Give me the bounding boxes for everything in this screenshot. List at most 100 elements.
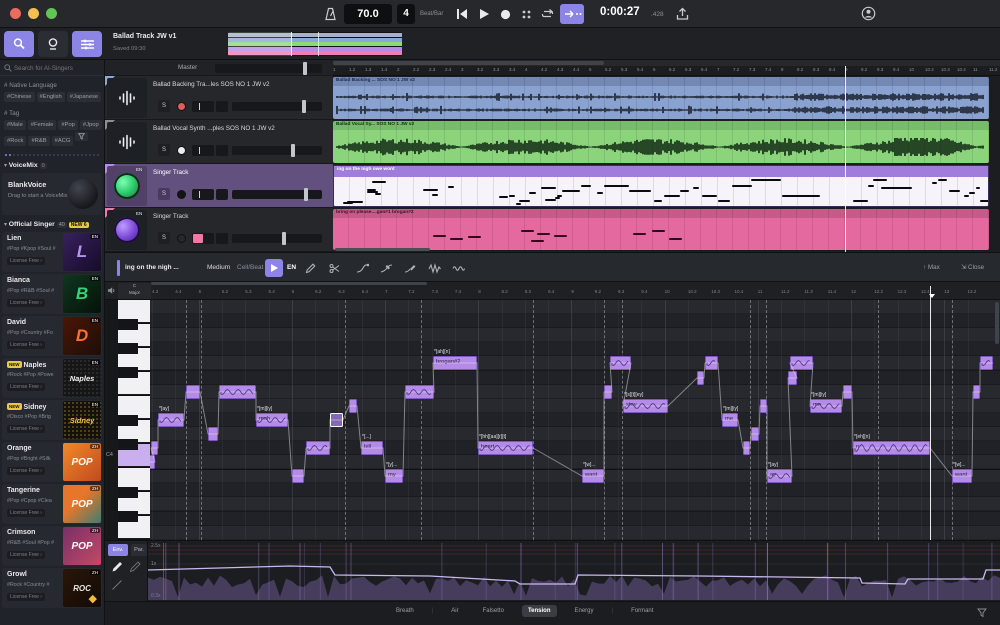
volume-slider[interactable] — [232, 190, 322, 199]
midi-note[interactable] — [980, 356, 993, 370]
loop-icon[interactable] — [541, 8, 554, 20]
language-tag[interactable]: #English — [37, 92, 65, 102]
singer-card[interactable]: NEWNaples#Rock #Pop #PoweLicense Free ›N… — [2, 358, 102, 398]
volume-handle[interactable] — [302, 100, 306, 113]
midi-note[interactable] — [330, 413, 343, 427]
singer-card[interactable]: Orange#Pop #Bright #SilkLicense Free ›PO… — [2, 442, 102, 482]
pan-control[interactable] — [192, 145, 214, 156]
param-tab-air[interactable]: Air — [445, 605, 464, 617]
beats-per-bar-display[interactable]: 4 — [397, 4, 415, 24]
singer-clip-harmony[interactable]: bring on please....gan#1 brogan#2 — [333, 209, 989, 250]
scrollbar-handle[interactable] — [333, 61, 604, 65]
singer-avatar[interactable] — [107, 166, 147, 206]
midi-note[interactable] — [292, 469, 304, 483]
project-overview-navigator[interactable] — [228, 32, 402, 56]
midi-note[interactable] — [610, 356, 631, 370]
volume-handle[interactable] — [304, 188, 308, 201]
midi-note[interactable] — [604, 385, 612, 399]
parameters-tab[interactable]: Par. — [131, 544, 147, 556]
style-tag[interactable]: #Jpop — [80, 120, 102, 130]
record-arm-button[interactable] — [177, 102, 186, 111]
midi-note[interactable] — [219, 385, 256, 399]
record-arm-button[interactable] — [177, 190, 186, 199]
play-button[interactable] — [478, 8, 490, 20]
midi-note[interactable]: *[y]...my — [385, 469, 403, 483]
solo-button[interactable]: S — [158, 100, 170, 112]
close-window-button[interactable] — [10, 8, 21, 19]
midi-note[interactable]: *[ay] — [158, 413, 184, 427]
singer-avatar[interactable] — [107, 210, 147, 250]
singer-card[interactable]: Lien#Pop #Kpop #Soul #License Free ›LEN — [2, 232, 102, 272]
pan-fine-control[interactable] — [216, 101, 228, 112]
wave-tool[interactable] — [425, 259, 443, 277]
midi-note[interactable] — [788, 371, 797, 385]
midi-note[interactable] — [208, 427, 218, 441]
maximize-window-button[interactable] — [46, 8, 57, 19]
envelope-tab[interactable]: Env. — [108, 544, 128, 556]
singer-card[interactable]: Bianca#Pop #R&B #Soul #License Free ›BEN — [2, 274, 102, 314]
audio-clip-vocal-synth[interactable]: Ballad Vocal Sy... SOS NO 1 JW v2 — [333, 121, 989, 163]
language-tag[interactable]: #Chinese — [4, 92, 35, 102]
midi-note[interactable] — [790, 356, 813, 370]
midi-note[interactable]: *[ah][n]brogan#2 — [433, 356, 477, 370]
pitch-draw-tool[interactable] — [401, 259, 419, 277]
record-mode-button[interactable] — [38, 31, 68, 57]
mute-preview-speaker-icon[interactable] — [107, 286, 116, 295]
vibrato-tool[interactable] — [449, 259, 467, 277]
editor-vscrollbar[interactable] — [995, 302, 999, 344]
account-avatar-icon[interactable] — [861, 6, 876, 21]
record-arm-button[interactable] — [177, 146, 186, 155]
param-tab-tension[interactable]: Tension — [522, 605, 557, 617]
maximize-editor-button[interactable]: ↑ Max — [923, 264, 940, 271]
midi-note[interactable] — [306, 441, 330, 455]
singer-clip-selected[interactable]: ing on the nigh owe wont — [333, 165, 989, 207]
midi-note[interactable] — [751, 427, 759, 441]
volume-handle[interactable] — [291, 144, 295, 157]
mixer-panel-button[interactable] — [72, 31, 102, 57]
style-tag[interactable]: #Rock — [4, 136, 26, 146]
midi-note[interactable]: *[m][iy]me — [810, 399, 842, 413]
midi-note[interactable]: *[s][t][ey]stay — [623, 399, 668, 413]
black-key[interactable] — [118, 367, 138, 378]
official-singer-section-header[interactable]: ▾ Official Singer 40 NEW 6 — [4, 221, 89, 228]
track-row[interactable]: ENSinger TrackS — [105, 208, 333, 252]
export-icon[interactable] — [676, 7, 689, 21]
playhead-editor[interactable] — [930, 286, 931, 540]
voicemix-section-header[interactable]: ▾ VoiceMix 0 — [4, 162, 47, 169]
midi-note[interactable] — [743, 441, 750, 455]
scissors-tool[interactable] — [325, 259, 343, 277]
black-key[interactable] — [118, 487, 138, 498]
solo-button[interactable]: S — [158, 144, 170, 156]
track-row[interactable]: ENSinger TrackS — [105, 164, 333, 208]
blankvoice-card[interactable]: BlankVoice Drag to start a VoiceMix — [2, 173, 102, 215]
pan-control[interactable] — [192, 189, 214, 200]
style-tag[interactable]: #Pop — [58, 120, 78, 130]
pan-control[interactable] — [192, 233, 214, 244]
midi-note[interactable]: *[w]...want — [582, 469, 604, 483]
piano-roll-ruler[interactable]: C Major 4.34.455.25.35.466.26.36.477.27.… — [105, 282, 1000, 300]
midi-note[interactable] — [349, 399, 357, 413]
tag-filter-button[interactable] — [75, 132, 88, 141]
track-row[interactable]: Ballad Vocal Synth ...ples SOS NO 1 JW v… — [105, 120, 333, 164]
metronome-icon[interactable] — [324, 7, 337, 21]
grid-mode-selector[interactable]: Cell/Beat — [237, 264, 263, 271]
midi-note[interactable] — [843, 385, 852, 399]
style-tag[interactable]: #Female — [28, 120, 57, 130]
key-signature-selector[interactable]: C Major — [118, 283, 151, 299]
parameter-filter-icon[interactable] — [977, 608, 987, 618]
track-row[interactable]: Ballad Backing Tra...les SOS NO 1 JW v2S — [105, 76, 333, 120]
midi-note[interactable] — [151, 441, 158, 455]
record-arm-button[interactable] — [177, 234, 186, 243]
skip-to-start-button[interactable] — [456, 8, 468, 20]
singer-card[interactable]: NEWSidney#Disco #Pop #BrigLicense Free ›… — [2, 400, 102, 440]
param-tab-formant[interactable]: Formant — [625, 605, 659, 617]
singer-search[interactable] — [0, 60, 104, 76]
search-input[interactable] — [14, 62, 100, 74]
pencil-tool[interactable] — [301, 259, 319, 277]
pan-control[interactable] — [192, 101, 214, 112]
master-volume-slider[interactable] — [215, 64, 322, 73]
pan-fine-control[interactable] — [216, 145, 228, 156]
style-tag[interactable]: #R&B — [28, 136, 49, 146]
metronome-grid-icon[interactable] — [521, 9, 532, 20]
midi-note[interactable] — [697, 371, 704, 385]
